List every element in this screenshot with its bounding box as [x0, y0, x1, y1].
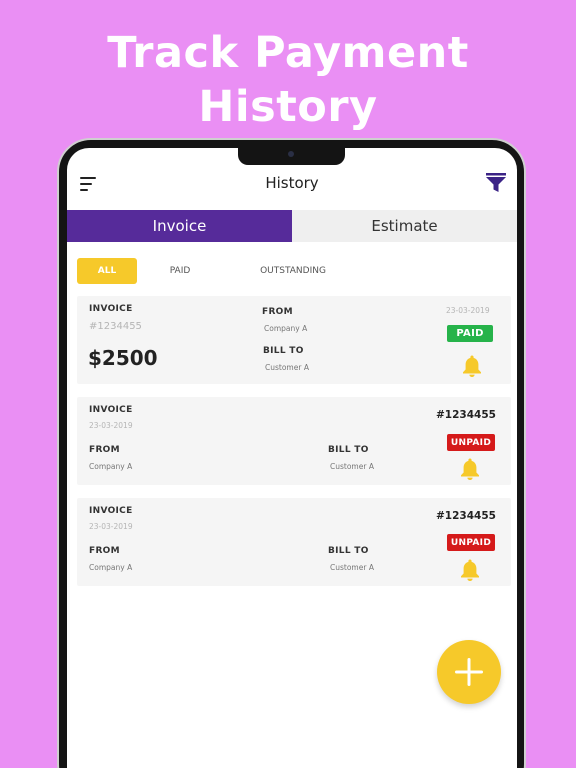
bill-to-label: BILL TO [328, 445, 369, 455]
bill-to-value: Customer A [265, 363, 309, 372]
plus-icon [455, 658, 483, 686]
bell-reminder-icon[interactable] [461, 354, 483, 378]
page-title: History [265, 174, 319, 192]
filter-paid[interactable]: PAID [157, 258, 203, 284]
tab-invoice[interactable]: Invoice [67, 210, 292, 242]
bell-reminder-icon[interactable] [459, 457, 481, 481]
from-label: FROM [262, 307, 293, 317]
from-label: FROM [89, 445, 120, 455]
status-badge-unpaid: UNPAID [447, 534, 495, 551]
invoice-label: INVOICE [89, 506, 133, 516]
invoice-card[interactable]: INVOICE #1234455 $2500 FROM Company A BI… [77, 296, 511, 384]
tab-estimate[interactable]: Estimate [292, 210, 517, 242]
invoice-amount: $2500 [88, 346, 158, 370]
invoice-card[interactable]: INVOICE 23-03-2019 FROM Company A BILL T… [77, 498, 511, 586]
bill-to-value: Customer A [330, 462, 374, 471]
bill-to-value: Customer A [330, 563, 374, 572]
invoice-label: INVOICE [89, 304, 133, 314]
invoice-card[interactable]: INVOICE 23-03-2019 FROM Company A BILL T… [77, 397, 511, 485]
from-label: FROM [89, 546, 120, 556]
promo-headline: Track Payment History [0, 26, 576, 134]
headline-line-2: History [198, 82, 378, 132]
from-value: Company A [89, 462, 133, 471]
filter-all[interactable]: ALL [77, 258, 137, 284]
invoice-date: 23-03-2019 [446, 306, 490, 315]
bell-reminder-icon[interactable] [459, 558, 481, 582]
filter-funnel-icon[interactable] [485, 172, 507, 194]
bill-to-label: BILL TO [263, 346, 304, 356]
from-value: Company A [264, 324, 308, 333]
invoice-label: INVOICE [89, 405, 133, 415]
app-screen: History Invoice Estimate ALL PAID OUTSTA… [67, 148, 517, 768]
filter-outstanding[interactable]: OUTSTANDING [245, 258, 341, 284]
invoice-date: 23-03-2019 [89, 522, 133, 531]
status-badge-unpaid: UNPAID [447, 434, 495, 451]
device-notch [238, 148, 345, 165]
tab-bar: Invoice Estimate [67, 210, 517, 242]
camera-icon [288, 151, 294, 157]
headline-line-1: Track Payment [107, 28, 469, 78]
invoice-date: 23-03-2019 [89, 421, 133, 430]
bill-to-label: BILL TO [328, 546, 369, 556]
invoice-number: #1234455 [436, 510, 496, 522]
invoice-number: #1234455 [89, 321, 142, 332]
status-badge-paid: PAID [447, 325, 493, 342]
add-invoice-button[interactable] [437, 640, 501, 704]
from-value: Company A [89, 563, 133, 572]
invoice-number: #1234455 [436, 409, 496, 421]
